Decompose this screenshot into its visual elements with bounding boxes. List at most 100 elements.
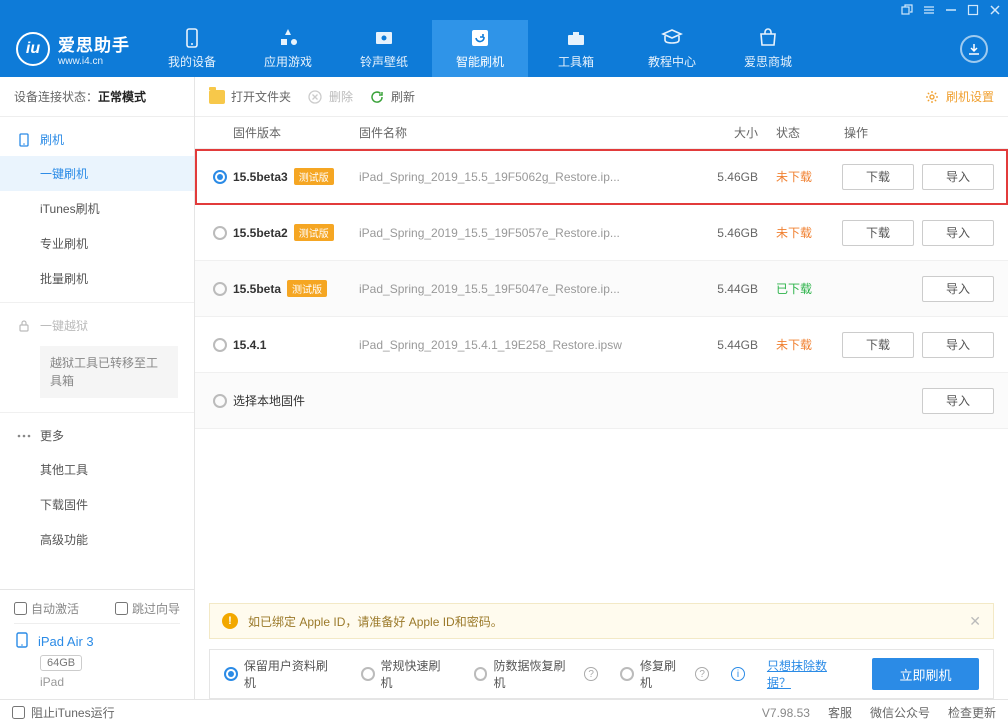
downloads-icon[interactable] [960,35,988,63]
col-version: 固件版本 [233,124,359,141]
brand-site: www.i4.cn [58,56,130,67]
import-button[interactable]: 导入 [922,276,994,302]
gear-icon [924,89,940,105]
connection-status: 设备连接状态：正常模式 [0,77,194,117]
nav-ringtones[interactable]: 铃声壁纸 [336,20,432,77]
sidebar-more-other[interactable]: 其他工具 [0,452,194,487]
nav-store-icon [757,27,779,49]
sidebar-more-download[interactable]: 下载固件 [0,487,194,522]
sidebar-flash-pro[interactable]: 专业刷机 [0,226,194,261]
firmware-radio[interactable] [207,170,233,184]
firmware-size: 5.44GB [678,282,758,296]
help-icon[interactable]: ? [584,667,598,681]
info-icon[interactable]: i [731,667,745,681]
logo[interactable]: iu 爱思助手 www.i4.cn [0,31,144,67]
titlebar-minimize-icon[interactable] [944,3,958,17]
open-folder-button[interactable]: 打开文件夹 [209,88,291,105]
nav-tutorials-icon [661,27,683,49]
firmware-radio[interactable] [207,282,233,296]
nav-store[interactable]: 爱思商城 [720,20,816,77]
firmware-radio[interactable] [207,226,233,240]
flash-now-button[interactable]: 立即刷机 [872,658,979,690]
nav-apps[interactable]: 应用游戏 [240,20,336,77]
firmware-radio[interactable] [207,394,233,408]
nav-toolbox[interactable]: 工具箱 [528,20,624,77]
radio-icon [224,667,238,681]
firmware-size: 5.44GB [678,338,758,352]
firmware-radio[interactable] [207,338,233,352]
folder-icon [209,90,225,104]
nav-tutorials[interactable]: 教程中心 [624,20,720,77]
firmware-filename: iPad_Spring_2019_15.5_19F5062g_Restore.i… [359,170,678,184]
main-nav: 我的设备 应用游戏铃声壁纸智能刷机工具箱 教程中心爱思商城 [144,20,816,77]
firmware-filename: iPad_Spring_2019_15.4.1_19E258_Restore.i… [359,338,678,352]
titlebar-newwin-icon[interactable] [900,3,914,17]
warning-icon: ! [222,613,238,629]
flash-option-repair[interactable]: 修复刷机? [620,657,709,691]
titlebar-close-icon[interactable] [988,3,1002,17]
firmware-table-body: 15.5beta3 测试版iPad_Spring_2019_15.5_19F50… [195,149,1008,429]
download-button[interactable]: 下载 [842,332,914,358]
footer-check-update[interactable]: 检查更新 [948,704,996,721]
import-button[interactable]: 导入 [922,220,994,246]
auto-activate-checkbox[interactable]: 自动激活 [14,600,79,617]
firmware-version: 15.4.1 [233,338,359,352]
nav-flash[interactable]: 智能刷机 [432,20,528,77]
firmware-size: 5.46GB [678,170,758,184]
download-button[interactable]: 下载 [842,220,914,246]
sidebar-more-advanced[interactable]: 高级功能 [0,522,194,557]
app-footer: 阻止iTunes运行 V7.98.53 客服 微信公众号 检查更新 [0,699,1008,725]
erase-data-link[interactable]: 只想抹除数据？ [767,657,850,691]
app-version: V7.98.53 [762,706,810,720]
sidebar-flash-batch[interactable]: 批量刷机 [0,261,194,296]
window-titlebar [0,0,1008,20]
block-itunes-checkbox[interactable]: 阻止iTunes运行 [12,704,115,721]
skip-guide-checkbox[interactable]: 跳过向导 [115,600,180,617]
firmware-version: 15.5beta 测试版 [233,280,359,297]
appleid-notice: ! 如已绑定 Apple ID，请准备好 Apple ID和密码。 ✕ [209,603,994,639]
flash-option-keep[interactable]: 保留用户资料刷机 [224,657,339,691]
col-status: 状态 [758,124,830,141]
firmware-table-header: 固件版本 固件名称 大小 状态 操作 [195,117,1008,149]
refresh-icon [369,89,385,105]
local-firmware-row[interactable]: 选择本地固件导入 [195,373,1008,429]
firmware-row[interactable]: 15.5beta3 测试版iPad_Spring_2019_15.5_19F50… [195,149,1008,205]
more-icon [16,428,32,444]
flash-option-antirecover[interactable]: 防数据恢复刷机? [474,657,599,691]
import-button[interactable]: 导入 [922,332,994,358]
device-name[interactable]: iPad Air 3 [38,634,94,649]
logo-icon: iu [16,32,50,66]
firmware-row[interactable]: 15.5beta2 测试版iPad_Spring_2019_15.5_19F50… [195,205,1008,261]
refresh-button[interactable]: 刷新 [369,88,415,105]
nav-flash-icon [469,27,491,49]
firmware-row[interactable]: 15.4.1iPad_Spring_2019_15.4.1_19E258_Res… [195,317,1008,373]
delete-icon [307,89,323,105]
sidebar-group-more[interactable]: 更多 [0,419,194,452]
sidebar: 设备连接状态：正常模式 刷机 一键刷机iTunes刷机专业刷机批量刷机 一键越狱… [0,77,195,699]
nav-apps-icon [277,27,299,49]
nav-label: 工具箱 [558,53,594,70]
nav-ringtones-icon [373,27,395,49]
import-button[interactable]: 导入 [922,388,994,414]
firmware-status: 未下载 [758,224,830,241]
sidebar-flash-itunes[interactable]: iTunes刷机 [0,191,194,226]
device-icon [14,632,30,651]
sidebar-flash-oneclick[interactable]: 一键刷机 [0,156,194,191]
nav-label: 爱思商城 [744,53,792,70]
nav-device[interactable]: 我的设备 [144,20,240,77]
sidebar-group-flash[interactable]: 刷机 [0,123,194,156]
notice-close-icon[interactable]: ✕ [969,613,981,630]
help-icon[interactable]: ? [695,667,709,681]
firmware-row[interactable]: 15.5beta 测试版iPad_Spring_2019_15.5_19F504… [195,261,1008,317]
titlebar-maximize-icon[interactable] [966,3,980,17]
footer-wechat[interactable]: 微信公众号 [870,704,930,721]
footer-support[interactable]: 客服 [828,704,852,721]
jailbreak-moved-note: 越狱工具已转移至工具箱 [40,346,178,398]
download-button[interactable]: 下载 [842,164,914,190]
titlebar-menu-icon[interactable] [922,3,936,17]
nav-label: 我的设备 [168,53,216,70]
col-name: 固件名称 [359,124,678,141]
flash-option-normal[interactable]: 常规快速刷机 [361,657,452,691]
import-button[interactable]: 导入 [922,164,994,190]
flash-settings-button[interactable]: 刷机设置 [924,88,994,105]
